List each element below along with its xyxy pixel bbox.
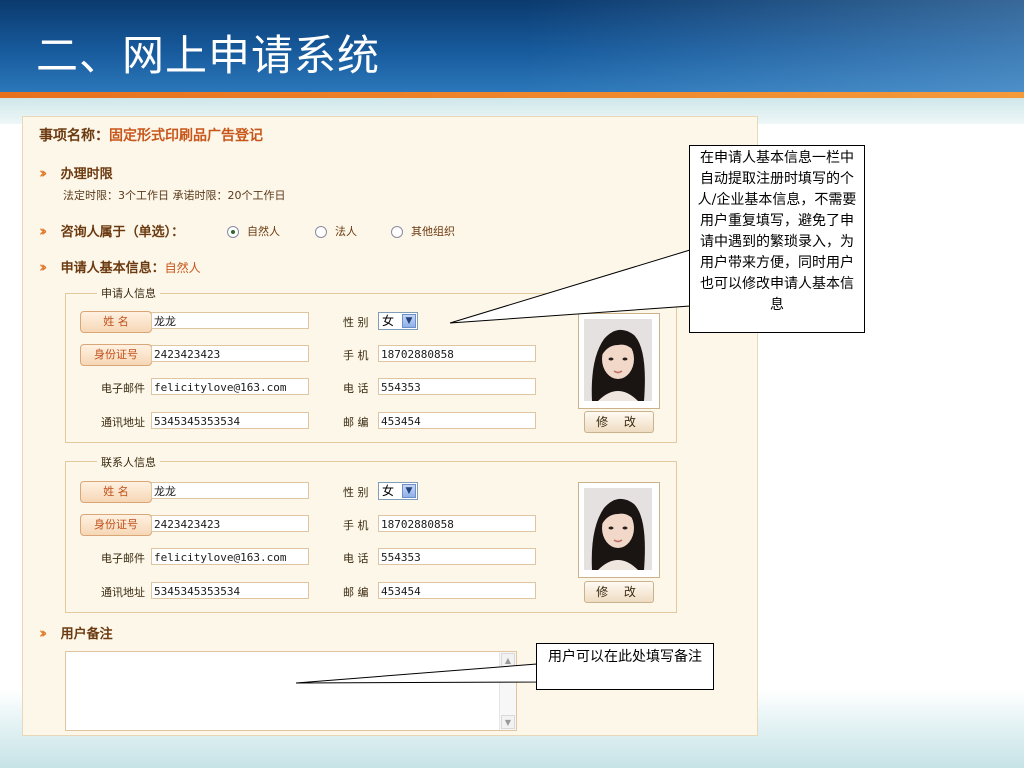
- info-callout: 在申请人基本信息一栏中自动提取注册时填写的个人/企业基本信息，不需要用户重复填写…: [689, 145, 865, 333]
- remarks-callout-pointer: [295, 663, 538, 684]
- info-callout-pointer: [449, 249, 691, 324]
- remarks-callout: 用户可以在此处填写备注: [536, 643, 714, 690]
- callout-connectors: [295, 249, 691, 684]
